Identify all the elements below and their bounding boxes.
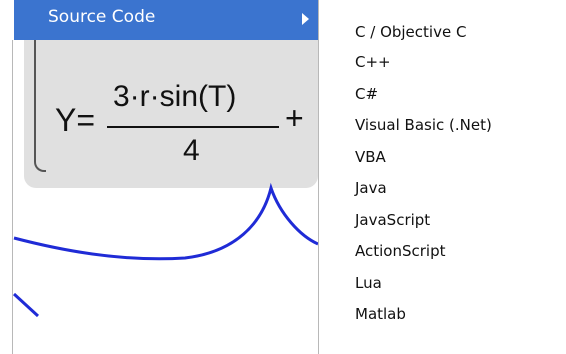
submenu-item-lua[interactable]: Lua	[355, 268, 382, 298]
submenu-item-java[interactable]: Java	[355, 173, 387, 203]
submenu-arrow-icon	[302, 13, 309, 25]
source-code-submenu: C / Objective C C++ C# Visual Basic (.Ne…	[318, 0, 566, 354]
submenu-item-csharp[interactable]: C#	[355, 79, 378, 109]
submenu-item-vba[interactable]: VBA	[355, 142, 386, 172]
plot-curve-secondary	[12, 292, 40, 318]
submenu-item-cpp[interactable]: C++	[355, 47, 391, 77]
submenu-item-c-objective-c[interactable]: C / Objective C	[355, 17, 466, 47]
plot-curve-main	[13, 182, 319, 261]
submenu-item-matlab[interactable]: Matlab	[355, 299, 406, 329]
menu-item-source-code[interactable]: Source Code	[14, 0, 318, 40]
submenu-item-visual-basic-net[interactable]: Visual Basic (.Net)	[355, 110, 492, 140]
parent-context-menu: Source Code	[0, 0, 318, 40]
submenu-item-javascript[interactable]: JavaScript	[355, 205, 430, 235]
menu-item-label: Source Code	[48, 7, 156, 27]
submenu-item-actionscript[interactable]: ActionScript	[355, 236, 445, 266]
